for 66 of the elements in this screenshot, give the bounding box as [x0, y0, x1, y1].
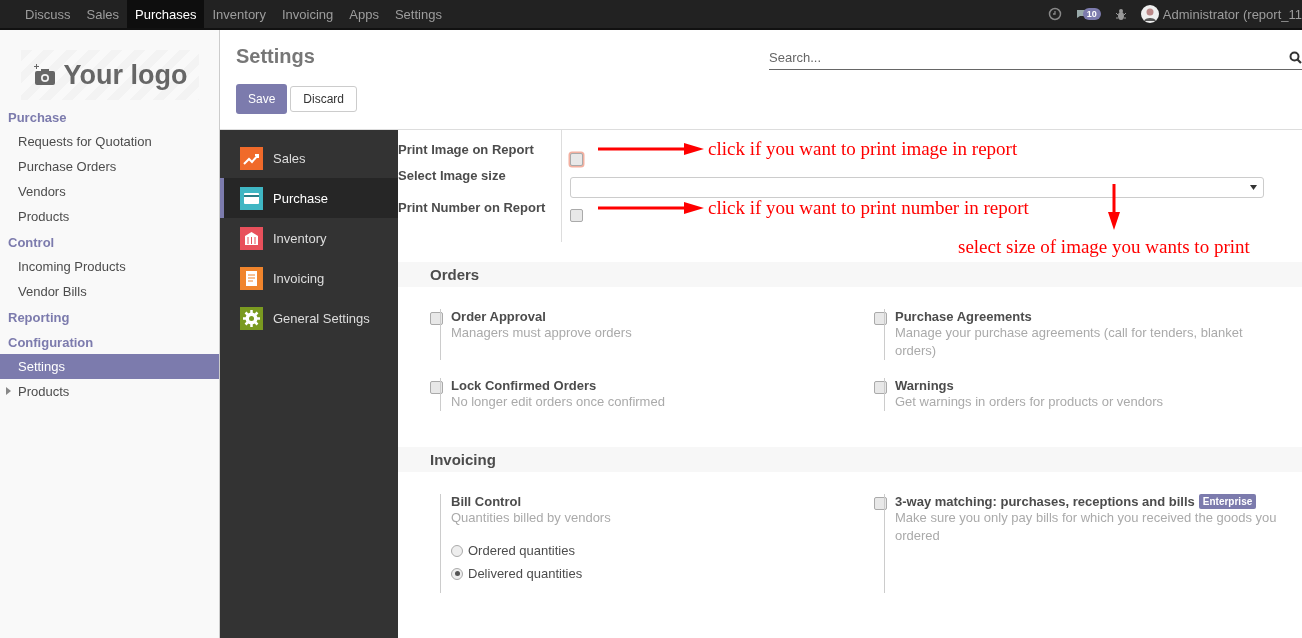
app-tab[interactable]: Invoicing: [220, 258, 398, 298]
annotation-text: click if you want to print number in report: [708, 197, 1029, 219]
sidebar-item[interactable]: Products: [0, 204, 219, 229]
logo-text: Your logo: [63, 59, 188, 91]
radio-button[interactable]: [451, 544, 463, 557]
clock-icon[interactable]: [1047, 7, 1062, 21]
setting-title: Warnings: [895, 378, 954, 393]
app-tab[interactable]: Inventory: [220, 218, 398, 258]
app-tab[interactable]: General Settings: [220, 298, 398, 338]
sidebar-item[interactable]: Requests for Quotation: [0, 129, 219, 154]
sidebar-item[interactable]: Incoming Products: [0, 254, 219, 279]
chat-icon[interactable]: [1075, 9, 1086, 19]
radio-button[interactable]: [451, 567, 463, 580]
app-tab[interactable]: Purchase: [220, 178, 398, 218]
setting-title: Bill Control: [451, 494, 522, 509]
menu-section-title[interactable]: Reporting: [0, 306, 219, 329]
nav-menu-item[interactable]: Discuss: [17, 0, 79, 28]
sidebar-item[interactable]: Vendors: [0, 179, 219, 204]
setting-description: Manage your purchase agreements (call for tenders, blanket orders): [895, 324, 1244, 360]
checkbox[interactable]: [570, 152, 583, 166]
camera-icon: [31, 64, 56, 86]
setting-description: Managers must approve orders: [451, 324, 632, 342]
sidebar-item[interactable]: Settings: [0, 354, 219, 379]
field-label: Print Number on Report: [398, 200, 547, 217]
save-button[interactable]: Save: [236, 84, 288, 114]
annotation-arrow: [1108, 184, 1120, 230]
setting-title: Lock Confirmed Orders: [451, 378, 597, 393]
nav-menu-item[interactable]: Invoicing: [273, 0, 342, 28]
setting-title: Purchase Agreements: [895, 309, 1032, 324]
sidebar-item[interactable]: Products: [0, 379, 219, 404]
nav-menu-item[interactable]: Apps: [341, 0, 387, 28]
app-tab[interactable]: Sales: [220, 138, 398, 178]
caret-icon: [1250, 184, 1257, 190]
setting-title: 3-way matching: purchases, receptions and bills: [895, 494, 1195, 509]
sidebar-item[interactable]: Vendor Bills: [0, 279, 219, 304]
annotation-text: select size of image you wants to print: [958, 236, 1250, 258]
nav-menu-item[interactable]: Purchases: [127, 0, 205, 28]
menu-section-title[interactable]: Control: [0, 231, 219, 254]
setting-description: No longer edit orders once confirmed: [451, 393, 665, 411]
message-count-badge: 10: [1082, 8, 1101, 20]
user-name[interactable]: Administrator (report_11: [1162, 6, 1302, 22]
setting-description: Make sure you only pay bills for which you received the goods you ordered: [895, 509, 1278, 545]
checkbox[interactable]: [570, 208, 583, 222]
sidebar-item[interactable]: Purchase Orders: [0, 154, 219, 179]
menu-section-title[interactable]: Configuration: [0, 331, 219, 354]
setting-description: Get warnings in orders for products or vendors: [895, 393, 1164, 411]
menu-section-title[interactable]: Purchase: [0, 106, 219, 129]
enterprise-badge: Enterprise: [1198, 494, 1257, 509]
page-title: Settings: [236, 45, 316, 68]
discard-button[interactable]: Discard: [290, 86, 358, 112]
setting-description: Quantities billed by vendors: [451, 509, 611, 527]
nav-menu-item[interactable]: Sales: [78, 0, 128, 28]
bug-icon[interactable]: [1114, 7, 1127, 21]
field-label: Select Image size: [398, 168, 507, 185]
field-label: Print Image on Report: [398, 142, 535, 159]
avatar-icon[interactable]: [1140, 5, 1159, 23]
image-size-dropdown[interactable]: [570, 176, 1264, 198]
section-header: Orders: [398, 262, 1302, 287]
radio-label[interactable]: Ordered quantities: [468, 543, 575, 558]
annotation-text: click if you want to print image in report: [708, 138, 1018, 160]
setting-title: Order Approval: [451, 309, 546, 324]
logo-placeholder[interactable]: Your logo: [20, 50, 199, 100]
section-header: Invoicing: [398, 447, 1302, 472]
nav-menu-item[interactable]: Inventory: [204, 0, 274, 28]
radio-label[interactable]: Delivered quantities: [468, 566, 583, 581]
nav-menu-item[interactable]: Settings: [386, 0, 450, 28]
